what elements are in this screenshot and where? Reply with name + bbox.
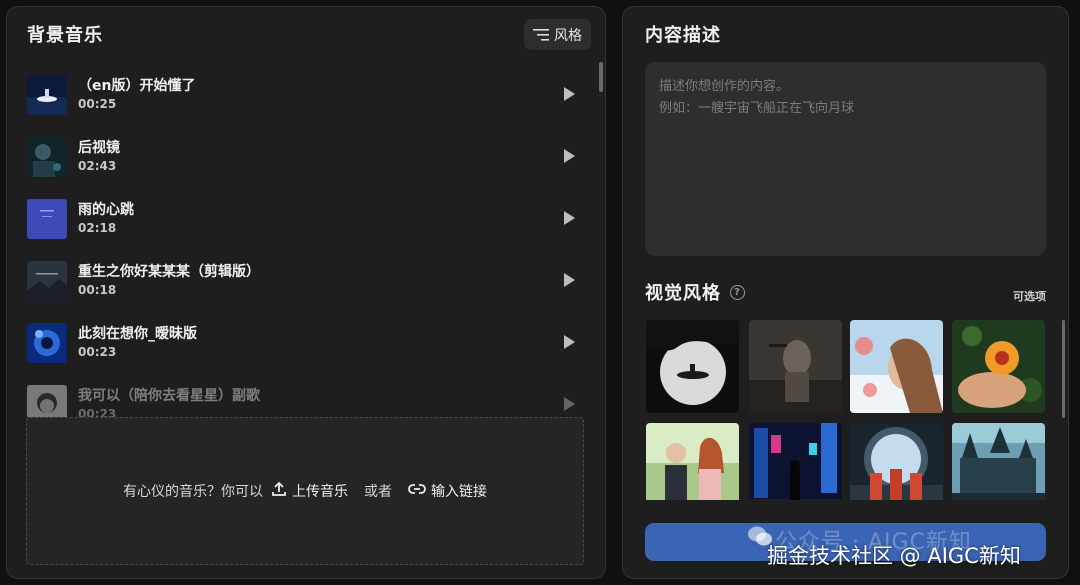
upload-music-label: 上传音乐 bbox=[292, 484, 348, 500]
background-music-title: 背景音乐 bbox=[27, 25, 103, 46]
input-link-button[interactable]: 输入链接 bbox=[408, 481, 487, 501]
album-cover bbox=[27, 137, 67, 177]
music-item[interactable]: 后视镜 02:43 bbox=[7, 129, 595, 191]
optional-label: 可选项 bbox=[1013, 290, 1046, 303]
play-icon[interactable] bbox=[564, 397, 575, 411]
watermark: 公众号 · AIGC新知 掘金技术社区 @ AIGC新知 bbox=[745, 520, 1075, 575]
visual-style-title: 视觉风格 bbox=[645, 283, 721, 304]
content-panel: 内容描述 视觉风格 ? 可选项 bbox=[622, 6, 1069, 579]
play-icon[interactable] bbox=[564, 211, 575, 225]
music-upload-dropzone[interactable]: 有心仪的音乐？你可以 上传音乐 或者 输入链接 bbox=[26, 417, 584, 565]
visual-style-scrollbar[interactable] bbox=[1062, 320, 1065, 418]
music-title: 重生之你好某某某（剪辑版） bbox=[78, 264, 260, 280]
music-title: 雨的心跳 bbox=[78, 202, 134, 218]
album-cover bbox=[27, 199, 67, 239]
style-option-space-portal[interactable] bbox=[850, 423, 943, 500]
style-option-portrait[interactable] bbox=[850, 320, 943, 413]
style-option-fruit[interactable] bbox=[952, 320, 1045, 413]
style-option-castle[interactable] bbox=[952, 423, 1045, 500]
music-duration: 00:18 bbox=[78, 283, 117, 297]
music-item[interactable]: 雨的心跳 02:18 bbox=[7, 191, 595, 253]
album-cover bbox=[27, 323, 67, 363]
play-icon[interactable] bbox=[564, 335, 575, 349]
content-description-input[interactable] bbox=[645, 62, 1046, 256]
music-item[interactable]: 我可以（陪你去看星星）副歌 00:23 bbox=[7, 377, 595, 417]
album-cover bbox=[27, 261, 67, 301]
upload-prompt: 有心仪的音乐？你可以 bbox=[123, 484, 263, 500]
style-option-concert[interactable] bbox=[749, 320, 842, 413]
help-icon[interactable]: ? bbox=[730, 284, 745, 300]
upload-music-button[interactable]: 上传音乐 bbox=[271, 481, 348, 501]
visual-style-grid bbox=[646, 320, 1046, 500]
style-option-cyberpunk[interactable] bbox=[749, 423, 842, 500]
list-filter-icon bbox=[533, 28, 549, 41]
music-item[interactable]: 重生之你好某某某（剪辑版） 00:18 bbox=[7, 253, 595, 315]
music-title: 后视镜 bbox=[78, 140, 120, 156]
music-duration: 00:23 bbox=[78, 407, 117, 417]
music-duration: 02:43 bbox=[78, 159, 117, 173]
upload-icon bbox=[271, 481, 287, 501]
music-list-scrollbar[interactable] bbox=[599, 62, 603, 92]
style-option-couple[interactable] bbox=[646, 423, 739, 500]
album-cover bbox=[27, 385, 67, 417]
link-icon bbox=[408, 483, 426, 499]
music-duration: 00:23 bbox=[78, 345, 117, 359]
music-item[interactable]: （en版）开始懂了 00:25 bbox=[7, 67, 595, 129]
music-title: 我可以（陪你去看星星）副歌 bbox=[78, 388, 260, 404]
music-list: （en版）开始懂了 00:25 后视镜 02:43 雨的心跳 02:18 重生之… bbox=[7, 67, 595, 417]
music-duration: 02:18 bbox=[78, 221, 117, 235]
play-icon[interactable] bbox=[564, 87, 575, 101]
watermark-text: 掘金技术社区 @ AIGC新知 bbox=[767, 544, 1021, 568]
play-icon[interactable] bbox=[564, 149, 575, 163]
album-cover bbox=[27, 75, 67, 115]
content-description-title: 内容描述 bbox=[645, 25, 721, 46]
style-filter-button[interactable]: 风格 bbox=[524, 19, 591, 50]
music-title: （en版）开始懂了 bbox=[78, 78, 196, 94]
style-filter-label: 风格 bbox=[554, 27, 582, 44]
visual-style-header: 视觉风格 ? bbox=[645, 279, 745, 305]
or-label: 或者 bbox=[364, 484, 392, 500]
background-music-panel: 背景音乐 风格 （en版）开始懂了 00:25 后视镜 02:43 雨的心跳 0… bbox=[6, 6, 606, 579]
music-title: 此刻在想你_暧昧版 bbox=[78, 326, 197, 342]
play-icon[interactable] bbox=[564, 273, 575, 287]
style-option-moon[interactable] bbox=[646, 320, 739, 413]
music-duration: 00:25 bbox=[78, 97, 117, 111]
music-item[interactable]: 此刻在想你_暧昧版 00:23 bbox=[7, 315, 595, 377]
input-link-label: 输入链接 bbox=[431, 484, 487, 500]
